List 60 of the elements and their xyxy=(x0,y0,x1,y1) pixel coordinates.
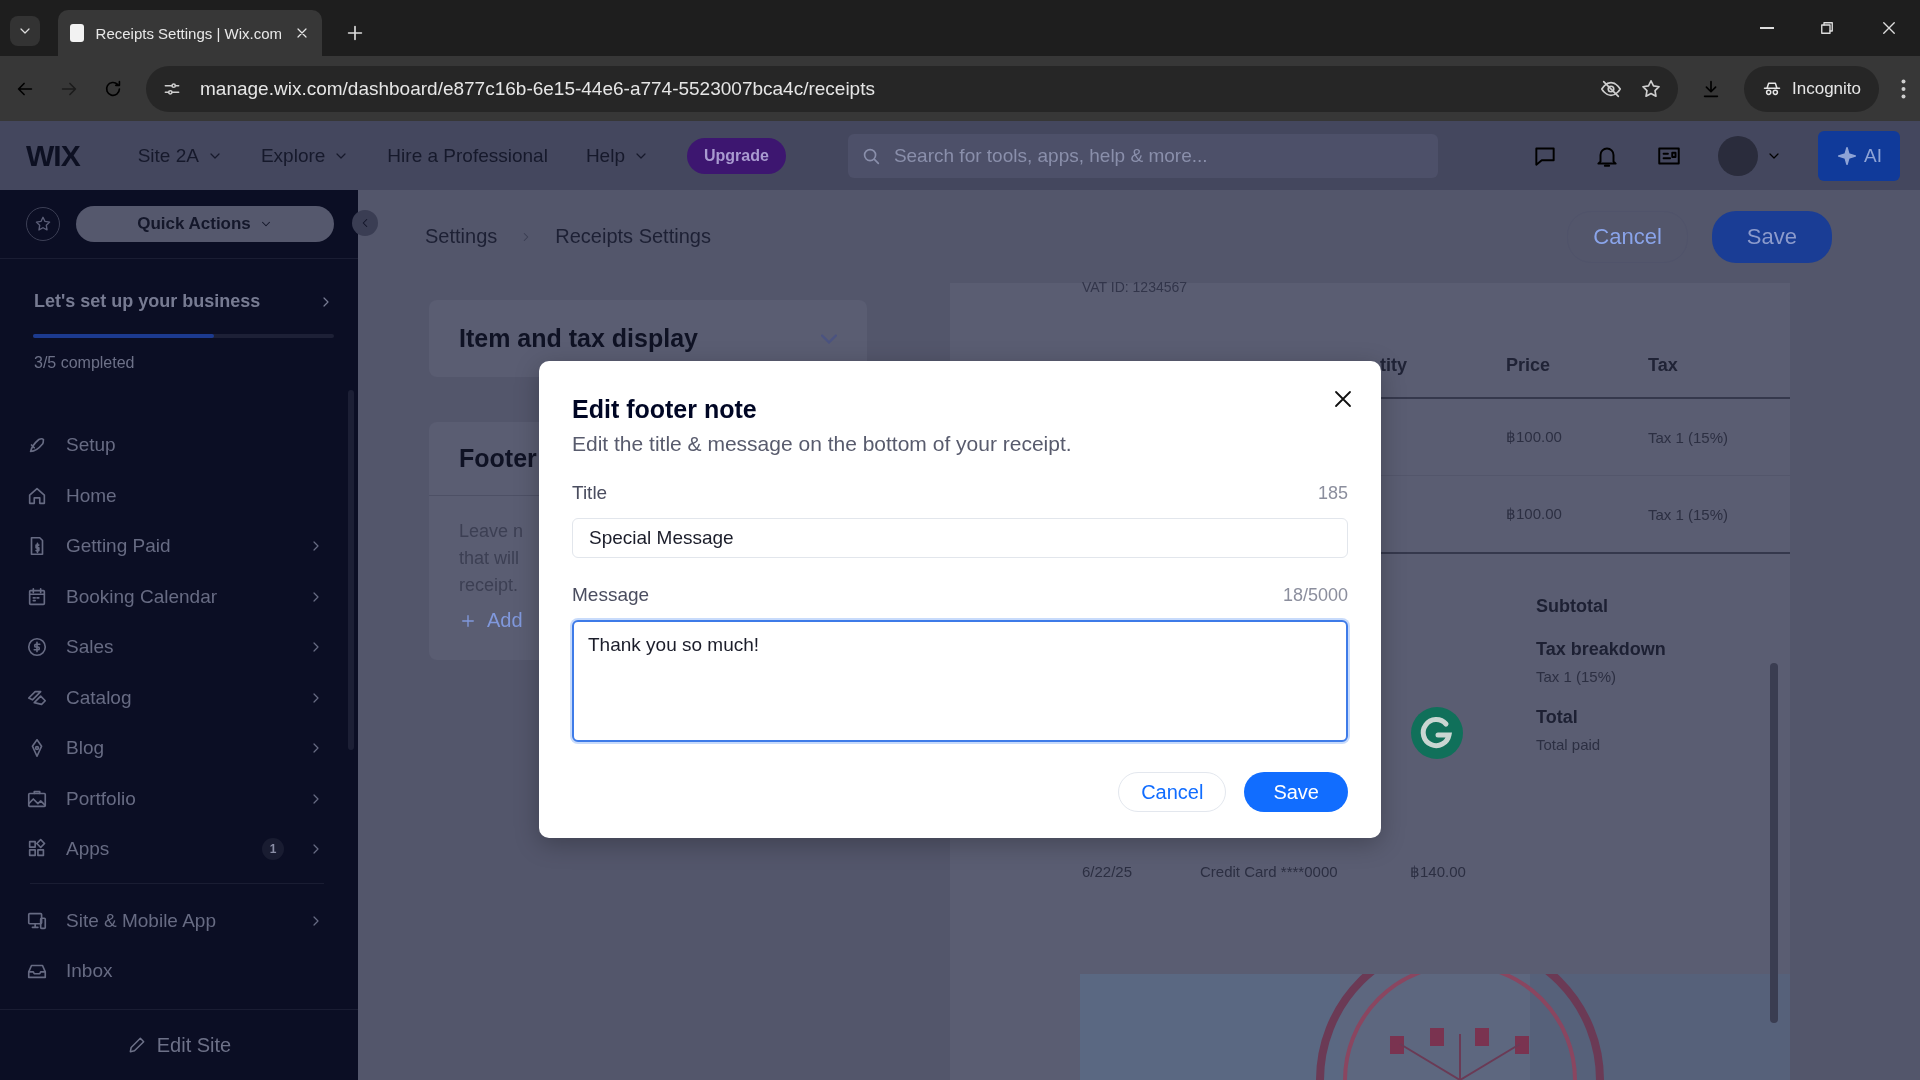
logo[interactable]: WIX xyxy=(26,138,80,173)
ai-button[interactable]: AI xyxy=(1818,130,1900,181)
avatar xyxy=(1718,135,1758,176)
edit-site-button[interactable]: Edit Site xyxy=(126,1033,232,1057)
dialog-subtitle: Edit the title & message on the bottom of your receipt. xyxy=(572,432,1073,456)
field-label: Message xyxy=(572,584,650,606)
collapse-button[interactable] xyxy=(352,210,378,236)
setup-link[interactable]: Let's set up your business xyxy=(34,291,334,312)
cancel-button[interactable]: Cancel xyxy=(1118,772,1227,812)
nav-item[interactable]: Blog xyxy=(0,723,358,774)
nav-item[interactable]: Home xyxy=(0,470,358,521)
favicon-icon xyxy=(70,24,84,42)
nav-item[interactable]: Catalog xyxy=(0,672,358,723)
title-field[interactable]: Special Message xyxy=(572,518,1348,558)
nav-item[interactable]: Getting Paid xyxy=(0,521,358,572)
url-text: manage.wix.com/dashboard/e877c16b-6e15-44e6-a774-5523007bca4c/receipts xyxy=(200,77,876,100)
save-button[interactable]: Save xyxy=(1711,210,1832,263)
kebab-menu-icon xyxy=(1901,78,1906,99)
nav-item[interactable]: Portfolio xyxy=(0,773,358,824)
nav-item[interactable]: Apps 1 xyxy=(0,824,358,875)
column-header: Tax xyxy=(1648,355,1679,376)
g-badge-icon[interactable] xyxy=(1410,706,1464,760)
close-icon xyxy=(1880,19,1898,37)
add-link[interactable]: Add xyxy=(459,609,523,632)
nav-item[interactable]: Inbox xyxy=(0,946,358,997)
summary-label: Subtotal xyxy=(1536,596,1609,617)
star-icon xyxy=(34,215,52,233)
progress-text: 3/5 completed xyxy=(34,354,136,372)
summary-label: Tax breakdown xyxy=(1536,639,1667,660)
upgrade-button[interactable]: Upgrade xyxy=(686,137,786,174)
save-button[interactable]: Save xyxy=(1244,772,1348,812)
scrollbar[interactable] xyxy=(1770,663,1778,1023)
field-label: Title xyxy=(572,482,608,504)
message-field[interactable]: Thank you so much! xyxy=(572,620,1348,742)
menu-button[interactable] xyxy=(1901,78,1906,99)
nav-item[interactable]: Booking Calendar xyxy=(0,571,358,622)
tab-search-button[interactable] xyxy=(10,16,40,46)
quick-actions-button[interactable]: Quick Actions xyxy=(76,206,334,242)
profile-button[interactable]: Incognito xyxy=(1744,65,1879,112)
count-badge: 1 xyxy=(262,838,284,861)
summary-label: Total xyxy=(1536,707,1579,728)
address-bar[interactable]: manage.wix.com/dashboard/e877c16b-6e15-44e6-a774-5523007bca4c/receipts xyxy=(146,65,1678,112)
minimize-icon xyxy=(1760,27,1774,29)
card-title: Item and tax display xyxy=(459,324,698,353)
char-counter: 185 xyxy=(1317,483,1348,504)
char-counter: 18/5000 xyxy=(1282,585,1348,606)
nav-item[interactable]: Sales xyxy=(0,622,358,673)
restore-icon xyxy=(1818,19,1836,37)
star-icon xyxy=(1640,77,1662,100)
card-title: Footer xyxy=(459,444,537,472)
dollar-circle-icon xyxy=(26,636,48,659)
dialog-title: Edit footer note xyxy=(572,395,758,424)
column-header: Price xyxy=(1506,355,1552,376)
calendar-icon xyxy=(26,585,48,608)
nav-item[interactable]: Site & Mobile App xyxy=(0,895,358,946)
browser-tab[interactable]: Receipts Settings | Wix.com xyxy=(58,10,322,56)
search-field[interactable]: Search for tools, apps, help & more... xyxy=(847,133,1438,178)
sparkle-icon xyxy=(1836,144,1858,167)
nav-item[interactable]: Setup xyxy=(0,420,358,471)
column-header: tity xyxy=(1380,355,1408,376)
